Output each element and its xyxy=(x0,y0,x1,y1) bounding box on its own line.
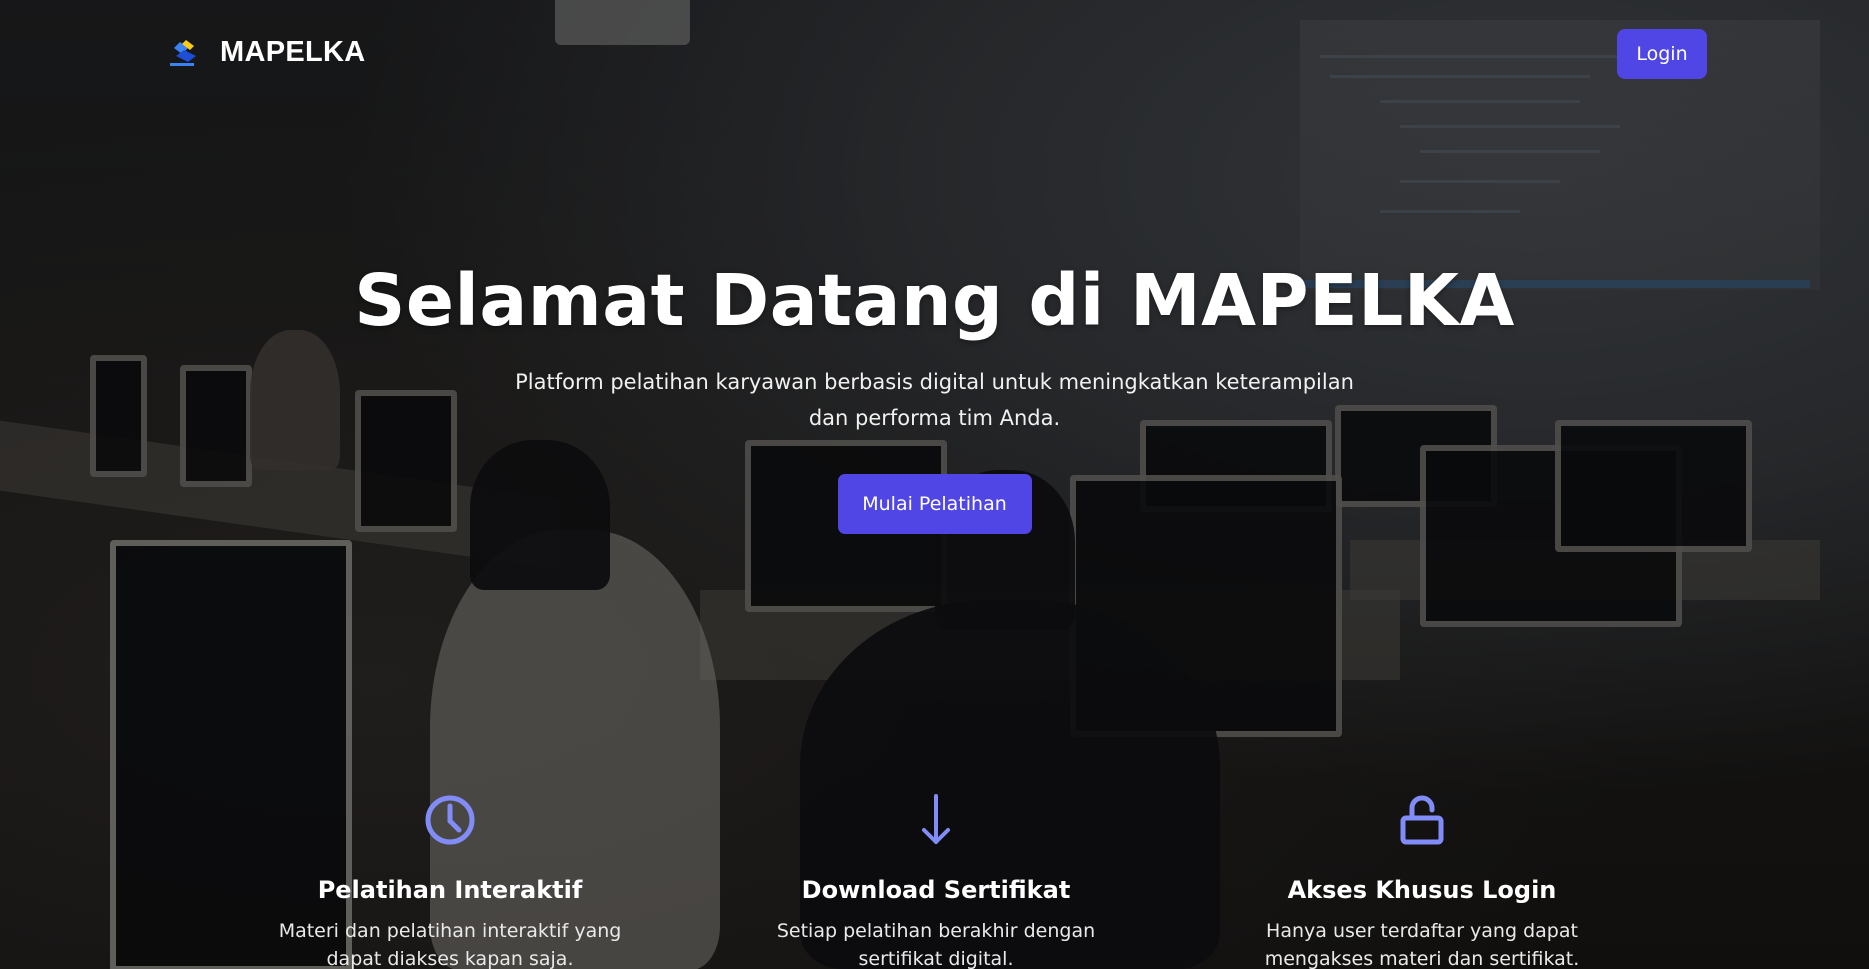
login-button[interactable]: Login xyxy=(1617,29,1707,79)
feature-card-login-access: Akses Khusus Login Hanya user terdaftar … xyxy=(1202,790,1642,969)
unlock-icon xyxy=(1392,790,1452,850)
start-training-button[interactable]: Mulai Pelatihan xyxy=(837,474,1032,535)
hero-title: Selamat Datang di MAPELKA xyxy=(354,259,1515,342)
feature-card-interactive-training: Pelatihan Interaktif Materi dan pelatiha… xyxy=(230,790,670,969)
feature-card-download-certificate: Download Sertifikat Setiap pelatihan ber… xyxy=(716,790,1156,969)
hero-content: Selamat Datang di MAPELKA Platform pelat… xyxy=(0,259,1869,535)
mapelka-logo-icon xyxy=(168,38,202,68)
navbar: MAPELKA Login xyxy=(0,0,1869,110)
clock-icon xyxy=(420,790,480,850)
brand[interactable]: MAPELKA xyxy=(168,36,366,69)
feature-description: Setiap pelatihan berakhir dengan sertifi… xyxy=(776,919,1096,969)
hero-section: MAPELKA Login Selamat Datang di MAPELKA … xyxy=(0,0,1869,969)
feature-title: Pelatihan Interaktif xyxy=(317,876,583,904)
hero-subtitle: Platform pelatihan karyawan berbasis dig… xyxy=(515,370,1354,431)
brand-name: MAPELKA xyxy=(220,36,366,68)
features-section: Pelatihan Interaktif Materi dan pelatiha… xyxy=(0,790,1869,969)
feature-description: Materi dan pelatihan interaktif yang dap… xyxy=(278,919,622,969)
download-arrow-icon xyxy=(906,790,966,850)
feature-title: Akses Khusus Login xyxy=(1287,876,1557,904)
feature-description: Hanya user terdaftar yang dapat mengakse… xyxy=(1264,919,1580,969)
feature-title: Download Sertifikat xyxy=(801,876,1071,904)
